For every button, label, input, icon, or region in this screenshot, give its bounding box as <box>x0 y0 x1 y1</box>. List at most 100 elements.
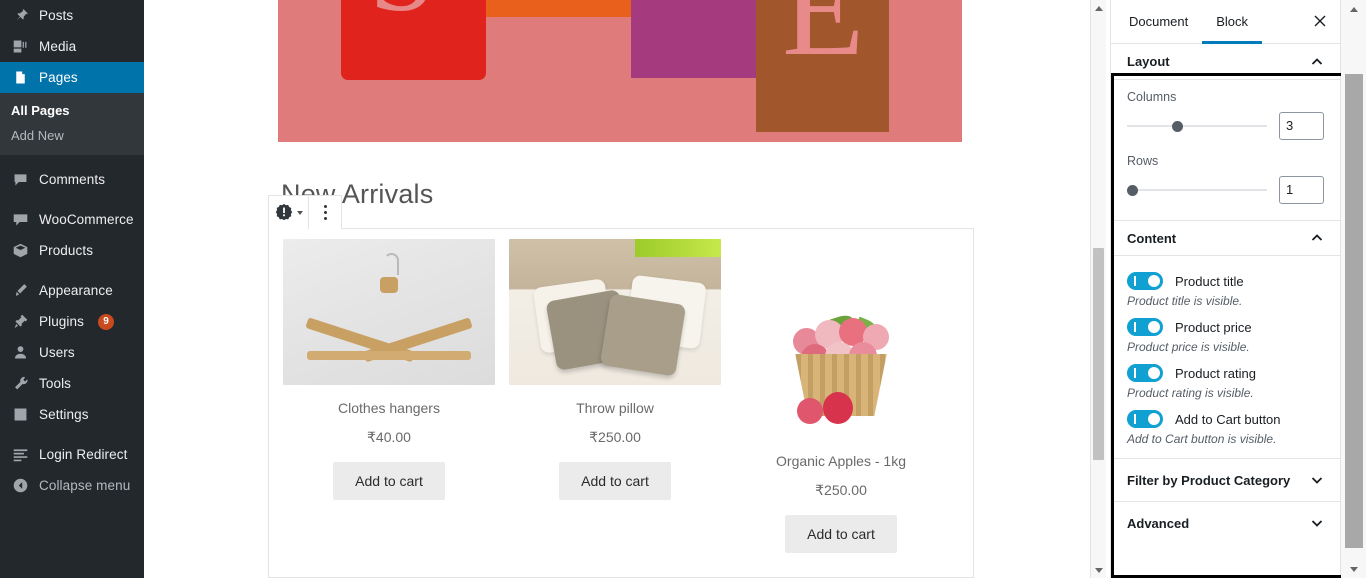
product-price: ₹40.00 <box>367 429 411 445</box>
toggle-group-product-price: Product price Product price is visible. <box>1127 318 1324 354</box>
layout-section-title: Layout <box>1127 54 1170 69</box>
sidebar-item-collapse-menu[interactable]: Collapse menu <box>0 470 144 501</box>
sidebar-item-label: Collapse menu <box>39 478 131 493</box>
product-image-throw-pillow <box>509 239 721 385</box>
banner-block-brown: E <box>756 0 889 132</box>
add-to-cart-toggle[interactable] <box>1127 410 1163 428</box>
sidebar-item-label: Login Redirect <box>39 447 128 462</box>
content-section-header[interactable]: Content <box>1111 220 1340 256</box>
sidebar-item-label: Products <box>39 243 94 258</box>
pages-submenu: All Pages Add New <box>0 93 144 155</box>
add-to-cart-help: Add to Cart button is visible. <box>1127 432 1277 446</box>
sidebar-item-plugins[interactable]: Plugins 9 <box>0 306 144 337</box>
toggle-group-product-rating: Product rating Product rating is visible… <box>1127 364 1324 400</box>
toggle-group-add-to-cart: Add to Cart button Add to Cart button is… <box>1127 410 1324 446</box>
admin-sidebar: Posts Media Pages All Pages Add New Comm… <box>0 0 152 578</box>
plugins-update-badge: 9 <box>97 313 114 330</box>
add-to-cart-button[interactable]: Add to cart <box>559 462 671 500</box>
filter-by-product-category-title: Filter by Product Category <box>1127 472 1291 488</box>
editor-scrollbar-thumb[interactable] <box>1093 248 1104 460</box>
sidebar-item-tools[interactable]: Tools <box>0 368 144 399</box>
product-rating-help: Product rating is visible. <box>1127 386 1254 400</box>
add-to-cart-button[interactable]: Add to cart <box>785 515 897 553</box>
layout-section-header[interactable]: Layout <box>1111 44 1340 80</box>
add-to-cart-button[interactable]: Add to cart <box>333 462 445 500</box>
sidebar-item-label: Settings <box>39 407 89 422</box>
rows-slider[interactable] <box>1127 182 1267 198</box>
sidebar-item-label: Pages <box>39 70 78 85</box>
warning-badge-icon <box>274 203 294 223</box>
product-price-toggle[interactable] <box>1127 318 1163 336</box>
product-price-label: Product price <box>1175 319 1252 335</box>
sidebar-item-comments[interactable]: Comments <box>0 164 144 195</box>
product-title-label: Product title <box>1175 273 1244 289</box>
sidebar-item-settings[interactable]: Settings <box>0 399 144 430</box>
sidebar-item-label: Users <box>39 345 75 360</box>
columns-input[interactable]: 3 <box>1279 112 1324 140</box>
tools-icon <box>11 374 30 393</box>
scroll-down-arrow-icon[interactable] <box>1091 562 1107 578</box>
advanced-section[interactable]: Advanced <box>1111 501 1340 544</box>
sidebar-item-label: Plugins <box>39 314 84 329</box>
product-rating-toggle[interactable] <box>1127 364 1163 382</box>
sidebar-item-login-redirect[interactable]: Login Redirect <box>0 439 144 470</box>
filter-by-product-category-section[interactable]: Filter by Product Category <box>1111 458 1340 501</box>
sidebar-item-appearance[interactable]: Appearance <box>0 275 144 306</box>
users-icon <box>11 343 30 362</box>
sidebar-item-users[interactable]: Users <box>0 337 144 368</box>
submenu-item-all-pages[interactable]: All Pages <box>0 98 144 123</box>
block-settings-panel: Document Block Layout Columns 3 Rows 1 C… <box>1110 0 1341 578</box>
sidebar-item-media[interactable]: Media <box>0 31 144 62</box>
product-rating-label: Product rating <box>1175 365 1256 381</box>
advanced-title: Advanced <box>1127 515 1190 531</box>
sidebar-item-products[interactable]: Products <box>0 235 144 266</box>
banner-block-orange <box>486 0 631 17</box>
product-card[interactable]: Clothes hangers ₹40.00 Add to cart <box>283 239 495 577</box>
scroll-up-arrow-icon[interactable] <box>1091 0 1107 16</box>
chevron-down-icon <box>1310 473 1324 487</box>
product-image-clothes-hanger <box>283 239 495 385</box>
sidebar-item-posts[interactable]: Posts <box>0 0 144 31</box>
close-icon[interactable] <box>1312 13 1330 31</box>
more-options-button[interactable] <box>309 196 341 229</box>
editor-scroll-area: S E New Arrivals <box>144 0 1110 578</box>
submenu-item-add-new[interactable]: Add New <box>0 123 144 148</box>
product-card[interactable]: Throw pillow ₹250.00 Add to cart <box>509 239 721 577</box>
product-image-organic-apples <box>735 292 947 438</box>
sidebar-item-label: Comments <box>39 172 106 187</box>
product-grid: Clothes hangers ₹40.00 Add to cart Throw… <box>269 229 973 577</box>
scroll-up-arrow-icon[interactable] <box>1341 0 1366 18</box>
tab-block[interactable]: Block <box>1202 0 1262 44</box>
plugins-icon <box>11 312 30 331</box>
sidebar-item-pages[interactable]: Pages <box>0 62 152 93</box>
chevron-down-icon <box>1310 516 1324 530</box>
panel-scrollbar-thumb[interactable] <box>1345 74 1363 548</box>
toggle-group-product-title: Product title Product title is visible. <box>1127 272 1324 308</box>
products-icon <box>11 241 30 260</box>
block-type-button[interactable] <box>269 196 309 229</box>
editor-scrollbar[interactable] <box>1090 0 1106 578</box>
tab-document[interactable]: Document <box>1115 0 1202 44</box>
product-card[interactable]: Organic Apples - 1kg ₹250.00 Add to cart <box>735 239 947 577</box>
menu-separator <box>0 155 144 164</box>
scroll-down-arrow-icon[interactable] <box>1341 560 1366 578</box>
chevron-up-icon <box>1310 231 1324 245</box>
sidebar-item-woocommerce[interactable]: WooCommerce <box>0 204 144 235</box>
product-title-toggle[interactable] <box>1127 272 1163 290</box>
product-title: Organic Apples - 1kg <box>776 453 906 469</box>
sidebar-item-label: WooCommerce <box>39 212 134 227</box>
menu-separator <box>0 266 144 275</box>
panel-scrollbar[interactable] <box>1340 0 1366 578</box>
products-block[interactable]: Clothes hangers ₹40.00 Add to cart Throw… <box>268 228 974 578</box>
banner-block-red: S <box>341 0 486 80</box>
product-title: Throw pillow <box>576 400 654 416</box>
add-to-cart-label: Add to Cart button <box>1175 411 1281 427</box>
sidebar-item-label: Posts <box>39 8 74 23</box>
layout-controls: Columns 3 Rows 1 <box>1111 80 1340 208</box>
collapse-icon <box>11 476 30 495</box>
menu-separator <box>0 195 144 204</box>
columns-slider[interactable] <box>1127 118 1267 134</box>
product-price-help: Product price is visible. <box>1127 340 1250 354</box>
block-toolbar <box>268 195 342 229</box>
rows-input[interactable]: 1 <box>1279 176 1324 204</box>
